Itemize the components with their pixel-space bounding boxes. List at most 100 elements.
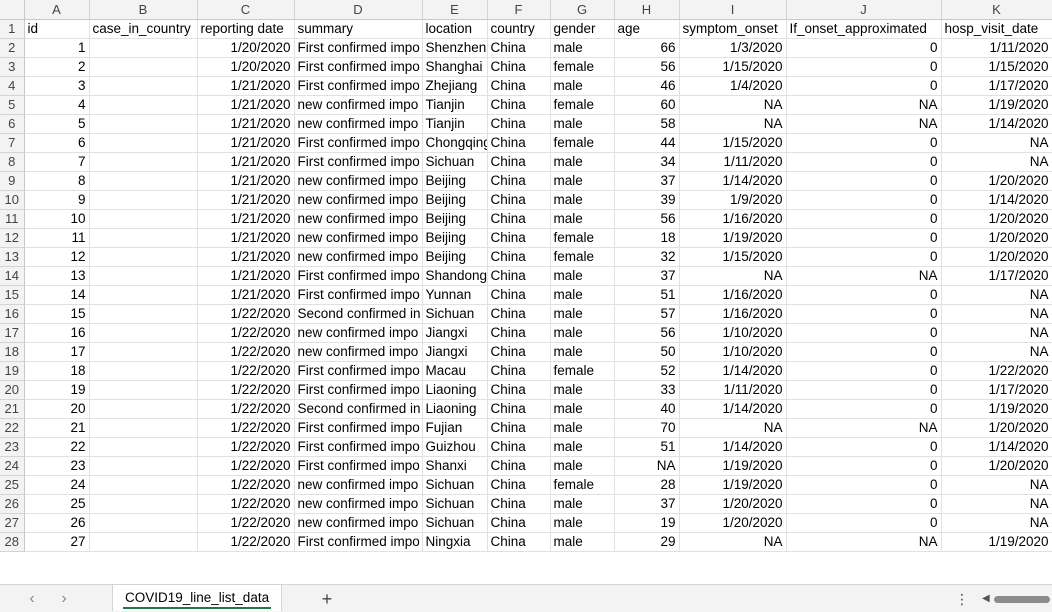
cell-g[interactable]: female xyxy=(550,247,615,267)
cell-j[interactable]: NA xyxy=(786,266,942,286)
cell-f[interactable]: China xyxy=(487,114,551,134)
cell-f[interactable]: China xyxy=(487,247,551,267)
cell-c[interactable]: 1/22/2020 xyxy=(197,475,295,495)
cell-e[interactable]: Shanxi xyxy=(422,456,488,476)
cell-a[interactable]: 18 xyxy=(24,361,90,381)
cell-j[interactable]: NA xyxy=(786,532,942,552)
cell-i[interactable]: 1/19/2020 xyxy=(679,475,787,495)
cell-b[interactable] xyxy=(89,342,198,362)
cell-b[interactable] xyxy=(89,475,198,495)
cell-table[interactable]: ABCDEFGHIJK 1 id case_in_country reporting … xyxy=(0,0,1052,552)
cell-e[interactable]: Zhejiang xyxy=(422,76,488,96)
cell-j[interactable]: 0 xyxy=(786,285,942,305)
row-number[interactable]: 1 xyxy=(0,19,25,39)
cell-e[interactable]: Beijing xyxy=(422,247,488,267)
cell-d[interactable]: First confirmed impo xyxy=(294,361,423,381)
row-number[interactable]: 28 xyxy=(0,532,25,552)
cell-a[interactable]: 15 xyxy=(24,304,90,324)
cell-h[interactable]: 34 xyxy=(614,152,680,172)
cell-b[interactable] xyxy=(89,494,198,514)
cell-b[interactable] xyxy=(89,247,198,267)
cell-g[interactable]: female xyxy=(550,57,615,77)
cell-k[interactable]: NA xyxy=(941,475,1052,495)
cell-e[interactable]: Beijing xyxy=(422,190,488,210)
row-number[interactable]: 25 xyxy=(0,475,25,495)
cell-d[interactable]: First confirmed impo xyxy=(294,418,423,438)
cell-d[interactable]: First confirmed impo xyxy=(294,57,423,77)
cell-a[interactable]: 1 xyxy=(24,38,90,58)
spreadsheet-grid[interactable]: ABCDEFGHIJK 1 id case_in_country reporting … xyxy=(0,0,1052,584)
cell-c[interactable]: 1/21/2020 xyxy=(197,266,295,286)
cell-a[interactable]: 2 xyxy=(24,57,90,77)
cell-g[interactable]: male xyxy=(550,456,615,476)
cell-h[interactable]: age xyxy=(614,19,680,39)
cell-b[interactable] xyxy=(89,532,198,552)
cell-h[interactable]: 39 xyxy=(614,190,680,210)
cell-c[interactable]: 1/21/2020 xyxy=(197,133,295,153)
cell-e[interactable]: location xyxy=(422,19,488,39)
cell-a[interactable]: 19 xyxy=(24,380,90,400)
cell-c[interactable]: 1/21/2020 xyxy=(197,171,295,191)
cell-h[interactable]: 60 xyxy=(614,95,680,115)
cell-e[interactable]: Shenzhen xyxy=(422,38,488,58)
cell-i[interactable]: NA xyxy=(679,418,787,438)
cell-g[interactable]: female xyxy=(550,475,615,495)
cell-g[interactable]: male xyxy=(550,285,615,305)
cell-b[interactable] xyxy=(89,418,198,438)
cell-b[interactable]: case_in_country xyxy=(89,19,198,39)
cell-g[interactable]: female xyxy=(550,361,615,381)
cell-g[interactable]: male xyxy=(550,266,615,286)
plus-icon[interactable]: + xyxy=(316,588,338,610)
cell-a[interactable]: 20 xyxy=(24,399,90,419)
cell-i[interactable]: 1/10/2020 xyxy=(679,323,787,343)
row-number[interactable]: 17 xyxy=(0,323,25,343)
cell-a[interactable]: 3 xyxy=(24,76,90,96)
cell-e[interactable]: Beijing xyxy=(422,209,488,229)
row-number[interactable]: 7 xyxy=(0,133,25,153)
cell-f[interactable]: China xyxy=(487,513,551,533)
row-number[interactable]: 26 xyxy=(0,494,25,514)
cell-b[interactable] xyxy=(89,304,198,324)
cell-b[interactable] xyxy=(89,380,198,400)
cell-i[interactable]: 1/10/2020 xyxy=(679,342,787,362)
row-number[interactable]: 9 xyxy=(0,171,25,191)
cell-i[interactable]: 1/15/2020 xyxy=(679,133,787,153)
cell-c[interactable]: reporting date xyxy=(197,19,295,39)
cell-j[interactable]: 0 xyxy=(786,209,942,229)
cell-a[interactable]: 14 xyxy=(24,285,90,305)
column-header-g[interactable]: G xyxy=(550,0,615,20)
cell-h[interactable]: NA xyxy=(614,456,680,476)
cell-j[interactable]: 0 xyxy=(786,133,942,153)
row-number[interactable]: 8 xyxy=(0,152,25,172)
cell-a[interactable]: 9 xyxy=(24,190,90,210)
cell-h[interactable]: 19 xyxy=(614,513,680,533)
cell-f[interactable]: China xyxy=(487,285,551,305)
row-number[interactable]: 5 xyxy=(0,95,25,115)
cell-a[interactable]: 12 xyxy=(24,247,90,267)
cell-k[interactable]: 1/19/2020 xyxy=(941,399,1052,419)
cell-g[interactable]: male xyxy=(550,342,615,362)
cell-g[interactable]: gender xyxy=(550,19,615,39)
column-header-i[interactable]: I xyxy=(679,0,787,20)
cell-i[interactable]: 1/11/2020 xyxy=(679,380,787,400)
cell-h[interactable]: 57 xyxy=(614,304,680,324)
column-header-j[interactable]: J xyxy=(786,0,942,20)
cell-g[interactable]: male xyxy=(550,38,615,58)
cell-i[interactable]: 1/19/2020 xyxy=(679,456,787,476)
cell-c[interactable]: 1/22/2020 xyxy=(197,361,295,381)
cell-h[interactable]: 28 xyxy=(614,475,680,495)
cell-e[interactable]: Tianjin xyxy=(422,95,488,115)
cell-f[interactable]: China xyxy=(487,342,551,362)
cell-d[interactable]: Second confirmed in xyxy=(294,304,423,324)
cell-f[interactable]: China xyxy=(487,171,551,191)
cell-b[interactable] xyxy=(89,209,198,229)
cell-d[interactable]: First confirmed impo xyxy=(294,38,423,58)
cell-b[interactable] xyxy=(89,437,198,457)
cell-j[interactable]: 0 xyxy=(786,494,942,514)
cell-f[interactable]: China xyxy=(487,190,551,210)
cell-c[interactable]: 1/20/2020 xyxy=(197,38,295,58)
cell-b[interactable] xyxy=(89,285,198,305)
cell-h[interactable]: 56 xyxy=(614,209,680,229)
cell-j[interactable]: 0 xyxy=(786,76,942,96)
cell-e[interactable]: Sichuan xyxy=(422,152,488,172)
